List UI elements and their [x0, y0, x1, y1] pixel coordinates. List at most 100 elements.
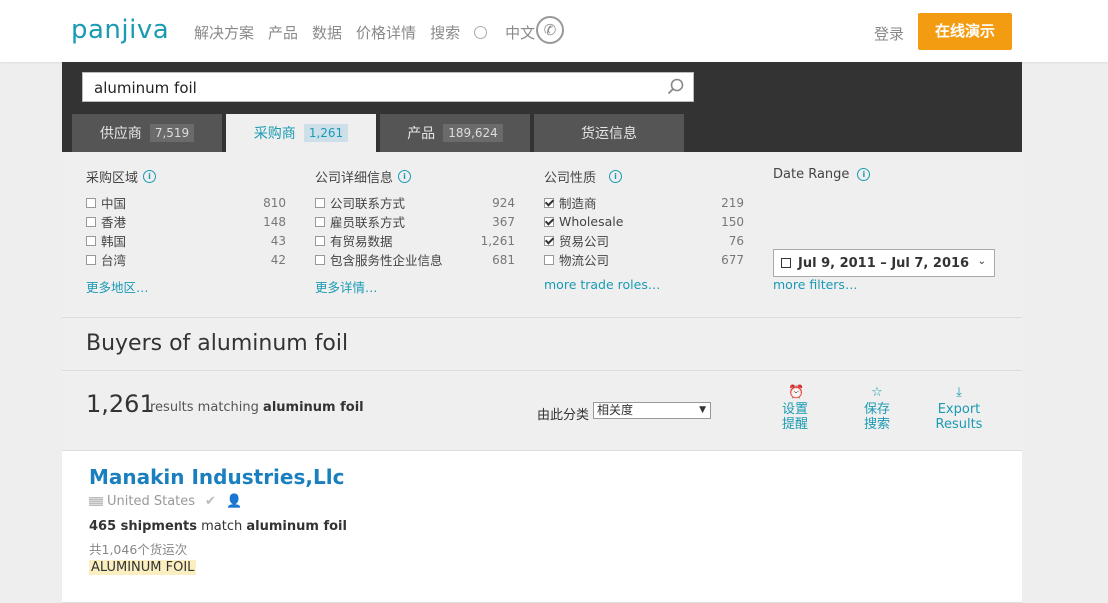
option-label: Wholesale [559, 214, 624, 229]
checkbox-checked[interactable] [544, 216, 554, 227]
filter-option[interactable]: 中国 810 [86, 193, 286, 212]
match-text: match [201, 519, 243, 534]
checkbox[interactable] [315, 197, 325, 208]
tab-label: 产品 [407, 126, 436, 142]
alarm-clock-icon: ⏰ [788, 385, 805, 400]
more-details-link[interactable]: 更多详情… [315, 277, 378, 296]
product-tag: ALUMINUM FOIL [89, 560, 197, 575]
nav-pricing[interactable]: 价格详情 [356, 22, 416, 43]
nav-search[interactable]: 搜索 [430, 22, 460, 43]
shipment-count: 465 shipments [89, 519, 197, 534]
filter-option[interactable]: 制造商 219 [544, 193, 744, 212]
info-icon[interactable]: i [143, 170, 157, 183]
checkbox[interactable] [86, 235, 96, 246]
main-panel: aluminum foil 供应商 7,519 采购商 1,261 产品 189… [62, 62, 1022, 603]
company-name-link[interactable]: Manakin Industries,Llc [89, 465, 344, 489]
checkbox[interactable] [315, 216, 325, 227]
filter-option[interactable]: 贸易公司 76 [544, 231, 744, 250]
tab-suppliers[interactable]: 供应商 7,519 [72, 114, 222, 152]
option-count: 677 [721, 252, 744, 267]
info-icon[interactable]: i [857, 168, 871, 181]
nav-data[interactable]: 数据 [312, 22, 342, 43]
star-icon: ☆ [871, 385, 883, 400]
filter-option[interactable]: 韩国 43 [86, 231, 286, 250]
tab-label: 采购商 [253, 126, 296, 142]
export-results-button[interactable]: ⤓ Export Results [934, 385, 984, 433]
more-filters-link[interactable]: more filters… [773, 277, 857, 292]
search-value: aluminum foil [94, 79, 197, 97]
results-text: results matching [150, 400, 259, 415]
nav-products[interactable]: 产品 [268, 22, 298, 43]
nav-solutions[interactable]: 解决方案 [194, 22, 254, 43]
checkbox-checked[interactable] [544, 197, 554, 208]
option-label: 制造商 [559, 196, 597, 211]
option-label: 雇员联系方式 [330, 215, 406, 230]
save-search-button[interactable]: ☆ 保存 搜索 [852, 385, 902, 433]
tab-count: 7,519 [149, 124, 195, 142]
action-label: Results [935, 417, 983, 432]
option-label: 包含服务性企业信息 [330, 253, 443, 268]
sort-value: 相关度 [597, 403, 634, 417]
checkbox[interactable] [86, 197, 96, 208]
sort-select[interactable]: 相关度 ▼ [593, 402, 711, 419]
filter-option[interactable]: 香港 148 [86, 212, 286, 231]
checkbox-checked[interactable] [544, 235, 554, 246]
filter-title: 公司详细信息 [315, 171, 394, 186]
checkbox[interactable] [315, 254, 325, 265]
info-icon[interactable]: i [609, 170, 623, 183]
option-count: 924 [492, 195, 515, 210]
result-tabs: 供应商 7,519 采购商 1,261 产品 189,624 货运信息 [72, 114, 688, 152]
demo-button[interactable]: 在线演示 [918, 13, 1012, 50]
checkbox[interactable] [315, 235, 325, 246]
filter-company-nature: 公司性质 i 制造商 219 Wholesale 150 贸易公司 76 物流公司 677 [544, 167, 744, 269]
filter-option[interactable]: 台湾 42 [86, 250, 286, 269]
filter-option[interactable]: 有贸易数据 1,261 [315, 231, 515, 250]
results-query: aluminum foil [263, 400, 364, 415]
checkbox[interactable] [544, 254, 554, 265]
tab-products[interactable]: 产品 189,624 [380, 114, 530, 152]
search-icon[interactable] [667, 78, 685, 96]
filter-title: 公司性质 [544, 171, 597, 186]
login-link[interactable]: 登录 [874, 23, 904, 44]
page-title-bar: Buyers of aluminum foil [62, 318, 1022, 371]
filter-panel: 采购区域 i 中国 810 香港 148 韩国 43 台湾 42 更多地区… 公司详细信息… [62, 152, 1022, 318]
search-input[interactable]: aluminum foil [82, 72, 694, 102]
match-query: aluminum foil [246, 519, 347, 534]
tab-shipments[interactable]: 货运信息 [534, 114, 684, 152]
option-count: 367 [492, 214, 515, 229]
action-label: 设置 [781, 402, 808, 417]
action-label: 提醒 [781, 417, 808, 432]
filter-option[interactable]: 包含服务性企业信息 681 [315, 250, 515, 269]
checkbox[interactable] [86, 216, 96, 227]
results-summary: results matching aluminum foil [150, 400, 364, 415]
set-alert-button[interactable]: ⏰ 设置 提醒 [770, 385, 820, 433]
calendar-icon [781, 258, 791, 268]
filter-date-range: Date Range i [773, 167, 973, 189]
option-count: 150 [721, 214, 744, 229]
checkbox[interactable] [86, 254, 96, 265]
logo[interactable]: panjiva [71, 15, 169, 45]
filter-option[interactable]: 雇员联系方式 367 [315, 212, 515, 231]
more-regions-link[interactable]: 更多地区… [86, 277, 149, 296]
checkmark-icon: ✔ [205, 494, 216, 509]
more-trade-roles-link[interactable]: more trade roles… [544, 277, 660, 292]
option-label: 韩国 [101, 234, 127, 249]
filter-option[interactable]: 公司联系方式 924 [315, 193, 515, 212]
option-count: 1,261 [480, 233, 515, 248]
tab-label: 货运信息 [581, 126, 637, 142]
date-range-value: Jul 9, 2011 – Jul 7, 2016 [798, 255, 970, 271]
option-count: 76 [728, 233, 744, 248]
info-icon[interactable]: i [398, 170, 412, 183]
action-label: Export [937, 402, 981, 417]
option-label: 公司联系方式 [330, 196, 406, 211]
country-label: United States [107, 494, 196, 509]
phone-icon[interactable]: ✆ [536, 16, 564, 44]
filter-option[interactable]: Wholesale 150 [544, 212, 744, 231]
tab-buyers[interactable]: 采购商 1,261 [226, 114, 376, 152]
download-icon: ⤓ [956, 385, 962, 400]
action-label: 保存 [863, 402, 890, 417]
company-country: United States ✔ 👤 [89, 494, 242, 509]
date-range-picker[interactable]: Jul 9, 2011 – Jul 7, 2016 ⌄ [773, 249, 995, 277]
option-label: 中国 [101, 196, 127, 211]
filter-option[interactable]: 物流公司 677 [544, 250, 744, 269]
